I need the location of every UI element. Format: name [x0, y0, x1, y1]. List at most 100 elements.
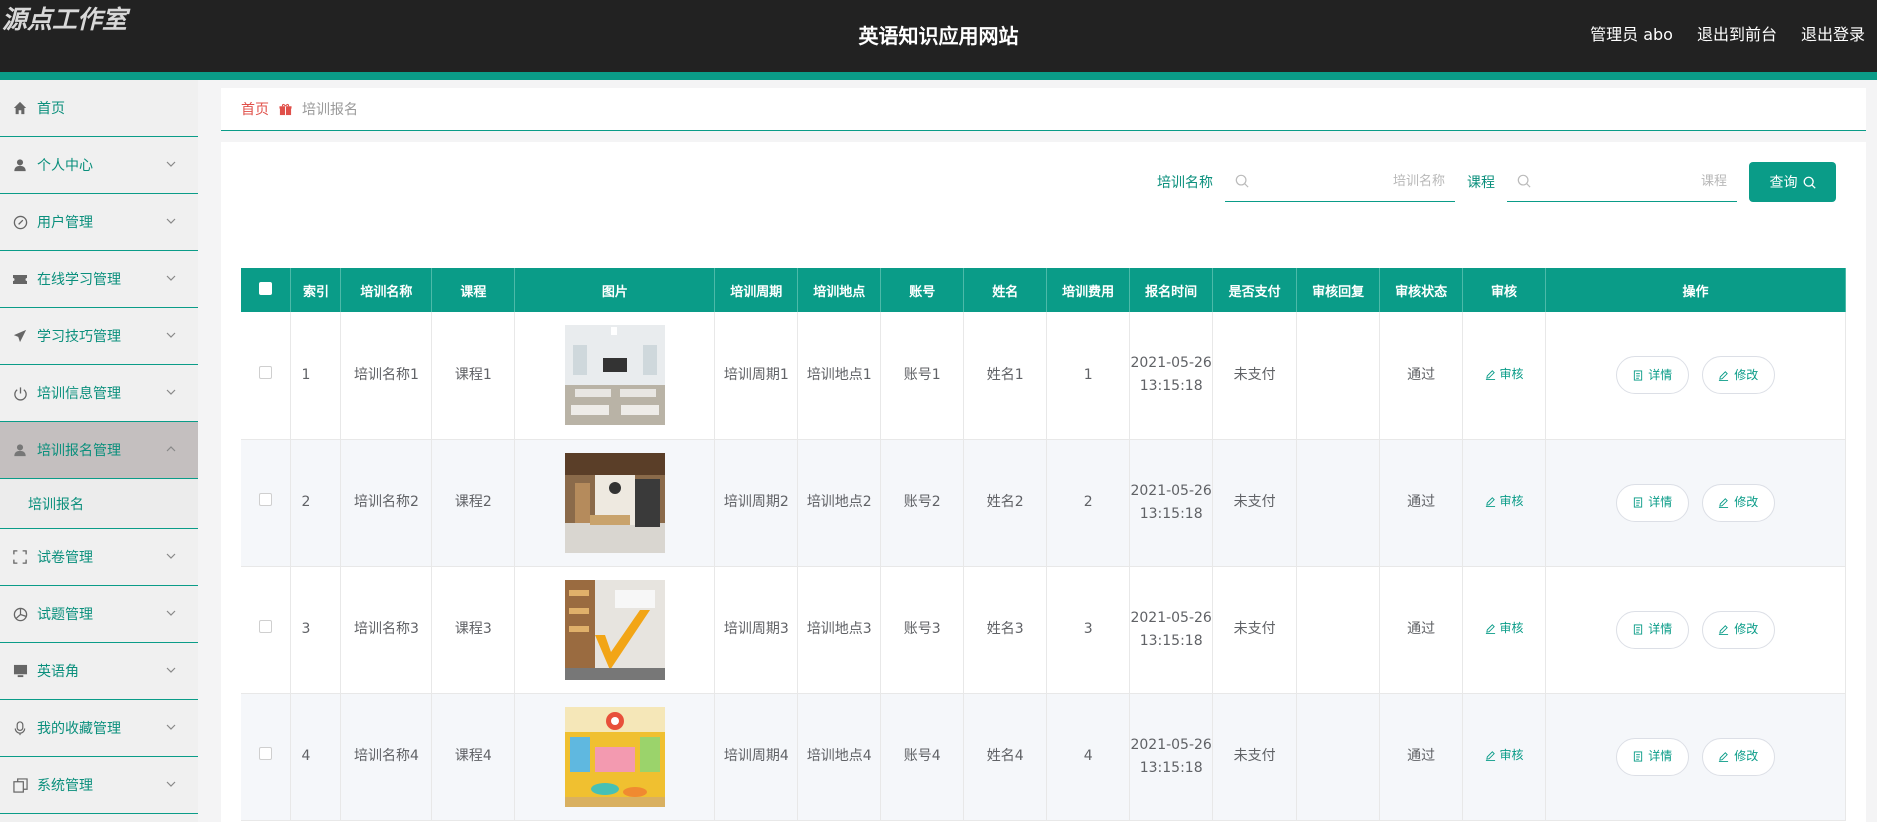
sidebar-subitem-label: 培训报名: [28, 496, 84, 513]
training-hall-image[interactable]: [564, 579, 665, 680]
col-header[interactable]: 操作: [1545, 268, 1846, 312]
query-button-label: 查询: [1769, 175, 1798, 191]
col-header[interactable]: 账号: [880, 268, 965, 312]
audit-link[interactable]: 审核: [1485, 617, 1524, 640]
cell-status: 通过: [1379, 312, 1464, 440]
top-header: 源点工作室 英语知识应用网站 管理员 abo 退出到前台 退出登录: [0, 0, 1877, 72]
table-row: 3 培训名称3 课程3 培训周期3 培训地点3 账号3 姓名3 3 2021-0…: [241, 566, 1846, 694]
cell-name: 培训名称4: [340, 693, 433, 821]
edit-label: 修改: [1734, 749, 1759, 763]
sidebar-item-training-info[interactable]: 培训信息管理: [0, 365, 198, 422]
col-header[interactable]: 培训费用: [1046, 268, 1131, 312]
col-header[interactable]: 课程: [431, 268, 516, 312]
row-checkbox[interactable]: [259, 620, 273, 633]
cell-time: 2021-05-26 13:15:18: [1129, 566, 1214, 694]
col-header[interactable]: 是否支付: [1212, 268, 1298, 312]
cell-account: 账号4: [880, 693, 965, 821]
sidebar-item-label: 英语角: [37, 664, 79, 680]
user-icon: [12, 442, 28, 458]
audit-label: 审核: [1499, 494, 1524, 508]
audit-label: 审核: [1499, 621, 1524, 635]
col-header[interactable]: 审核回复: [1296, 268, 1381, 312]
row-select-cell: [241, 566, 292, 694]
col-header[interactable]: 审核状态: [1379, 268, 1464, 312]
sidebar-item-profile[interactable]: 个人中心: [0, 137, 198, 194]
cell-actions: 详情 修改: [1545, 693, 1846, 821]
sidebar-item-training-registration[interactable]: 培训报名管理: [0, 422, 198, 479]
col-header[interactable]: 索引: [290, 268, 342, 312]
sidebar-item-users[interactable]: 用户管理: [0, 194, 198, 251]
detail-button[interactable]: 详情: [1616, 737, 1690, 776]
sidebar-item-online-learning[interactable]: 在线学习管理: [0, 251, 198, 308]
chevron-down-icon: [166, 781, 176, 787]
name-search-input[interactable]: [1225, 162, 1455, 200]
row-checkbox[interactable]: [259, 493, 273, 506]
edit-icon: [1719, 498, 1729, 508]
cell-time: 2021-05-26 13:15:18: [1129, 693, 1214, 821]
sidebar-item-favorites[interactable]: 我的收藏管理: [0, 700, 198, 757]
compass-icon: [12, 214, 28, 230]
detail-label: 详情: [1648, 495, 1673, 509]
edit-button[interactable]: 修改: [1701, 737, 1775, 776]
detail-button[interactable]: 详情: [1616, 610, 1690, 649]
col-header[interactable]: 报名时间: [1129, 268, 1214, 312]
sidebar-item-label: 用户管理: [37, 215, 93, 231]
audit-link[interactable]: 审核: [1485, 744, 1524, 767]
sidebar-item-exams[interactable]: 试卷管理: [0, 529, 198, 586]
logout-link[interactable]: 退出登录: [1801, 21, 1865, 45]
sidebar-item-label: 个人中心: [37, 158, 93, 174]
course-search-input[interactable]: [1507, 162, 1737, 200]
cell-actions: 详情 修改: [1545, 439, 1846, 567]
select-all-checkbox[interactable]: [259, 281, 273, 295]
cell-reply: [1296, 693, 1381, 821]
cell-audit: 审核: [1462, 312, 1547, 440]
sidebar-item-english-corner[interactable]: 英语角: [0, 643, 198, 700]
cell-index: 4: [290, 693, 342, 821]
edit-icon: [1485, 369, 1495, 380]
detail-button[interactable]: 详情: [1616, 356, 1690, 395]
col-header[interactable]: 图片: [514, 268, 716, 312]
course-search-label: 课程: [1467, 175, 1495, 191]
edit-button[interactable]: 修改: [1701, 610, 1775, 649]
edit-button[interactable]: 修改: [1701, 483, 1775, 522]
search-icon: [1235, 174, 1249, 188]
col-header[interactable]: 姓名: [963, 268, 1048, 312]
edit-button[interactable]: 修改: [1701, 356, 1775, 395]
detail-label: 详情: [1648, 749, 1673, 763]
cell-index: 2: [290, 439, 342, 567]
col-header[interactable]: 培训名称: [340, 268, 433, 312]
front-link[interactable]: 退出到前台: [1697, 21, 1777, 45]
col-header[interactable]: 培训周期: [714, 268, 799, 312]
sidebar-item-questions[interactable]: 试题管理: [0, 586, 198, 643]
col-header[interactable]: 审核: [1462, 268, 1547, 312]
row-checkbox[interactable]: [259, 365, 273, 379]
cell-index: 3: [290, 566, 342, 694]
kids-classroom-image[interactable]: [564, 706, 665, 807]
search-bar: 培训名称 课程 查询: [1157, 162, 1836, 202]
audit-link[interactable]: 审核: [1485, 363, 1524, 386]
sidebar-item-label: 我的收藏管理: [37, 721, 121, 737]
detail-label: 详情: [1648, 622, 1673, 636]
cell-period: 培训周期2: [714, 439, 799, 567]
sidebar-item-label: 首页: [37, 101, 65, 117]
training-room-image[interactable]: [564, 325, 665, 426]
audit-link[interactable]: 审核: [1485, 490, 1524, 513]
sidebar-item-system[interactable]: 系统管理: [0, 757, 198, 814]
edit-icon: [1719, 625, 1729, 635]
cell-audit: 审核: [1462, 693, 1547, 821]
sidebar-item-study-tips[interactable]: 学习技巧管理: [0, 308, 198, 365]
breadcrumb-home[interactable]: 首页: [241, 99, 269, 119]
cell-audit: 审核: [1462, 439, 1547, 567]
row-checkbox[interactable]: [259, 747, 273, 760]
edit-label: 修改: [1734, 495, 1759, 509]
query-button[interactable]: 查询: [1749, 162, 1836, 202]
table-row: 2 培训名称2 课程2 培训周期2 培训地点2 账号2 姓名2 2 2021-0…: [241, 439, 1846, 567]
row-select-cell: [241, 439, 292, 567]
col-header[interactable]: 培训地点: [797, 268, 882, 312]
sidebar-subitem-registration[interactable]: 培训报名: [0, 479, 198, 529]
training-lobby-image[interactable]: [564, 452, 665, 553]
sidebar-item-home[interactable]: 首页: [0, 80, 198, 137]
document-icon: [1634, 751, 1643, 762]
ticket-icon: [12, 271, 28, 287]
detail-button[interactable]: 详情: [1616, 483, 1690, 522]
